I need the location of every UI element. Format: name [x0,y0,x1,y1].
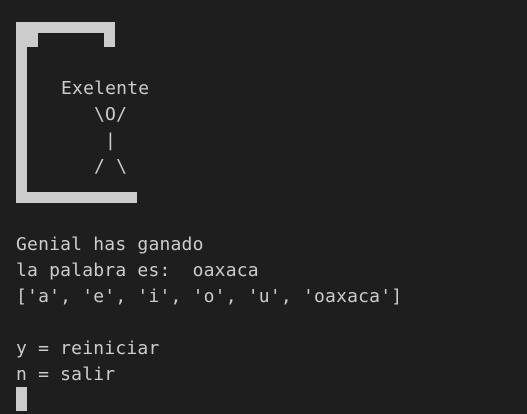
exit-option: n = salir [16,364,116,385]
terminal-window[interactable]: Exelente \O/ | / \ Genial has ganado la … [0,0,527,414]
terminal-cursor[interactable] [16,387,27,411]
hangman-body: | [105,130,117,151]
gallows-rope [104,22,115,47]
win-message: Genial has ganado [16,234,204,255]
hangman-legs: / \ [94,156,128,177]
hangman-head-arms: \O/ [94,104,128,125]
word-line: la palabra es: oaxaca [16,260,259,281]
gallows-pole [16,22,27,203]
hangman-message: Exelente [61,78,150,99]
gallows-base [16,192,137,203]
guesses-line: ['a', 'e', 'i', 'o', 'u', 'oaxaca'] [16,286,403,307]
restart-option: y = reiniciar [16,338,160,359]
gallows-top-beam [16,22,115,33]
gallows-brace [27,33,38,47]
